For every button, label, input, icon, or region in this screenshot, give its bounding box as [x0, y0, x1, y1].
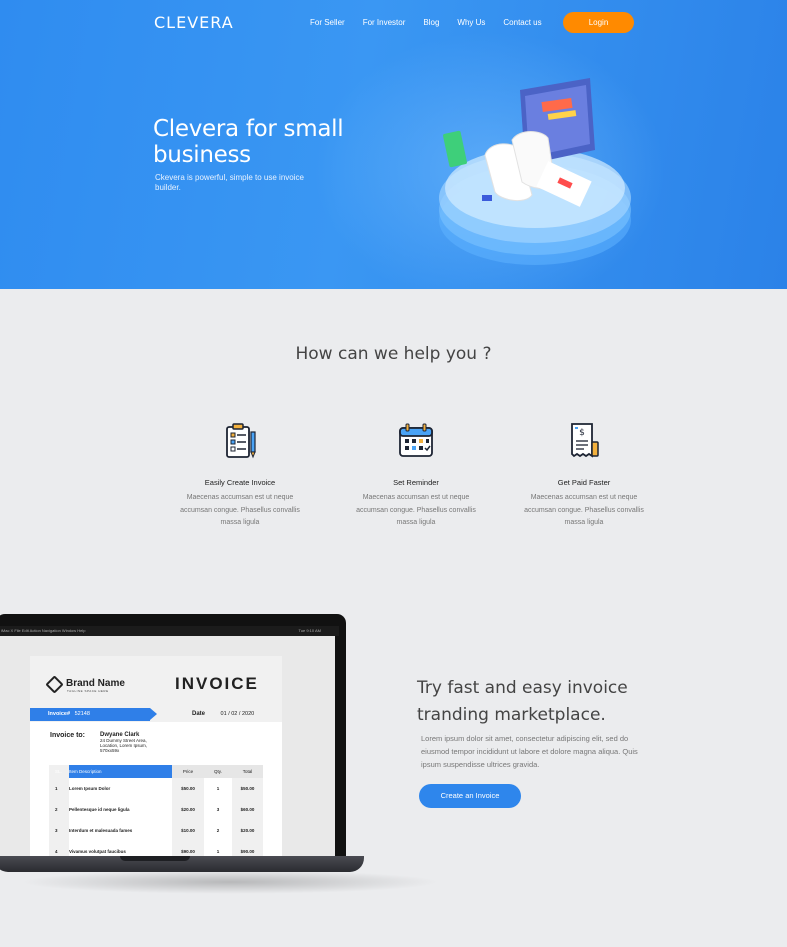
brand-tagline: TAGLINE SPACE HERE [67, 689, 109, 693]
hero-title: Clevera for small business [153, 116, 344, 168]
invoice-document: Brand Name TAGLINE SPACE HERE INVOICE In… [30, 656, 282, 862]
cell: $20.00 [172, 799, 204, 820]
calendar-icon [399, 423, 433, 457]
cell: 1 [216, 849, 220, 854]
feature-title: Easily Create Invoice [204, 478, 276, 487]
cell: 1 [216, 786, 220, 791]
cell: 3 [49, 820, 69, 841]
cell: $50.00 [172, 778, 204, 799]
hero-section: CLEVERA For Seller For Investor Blog Why… [0, 0, 787, 289]
laptop-notch [120, 856, 190, 861]
invoice-date-label: Date [192, 711, 206, 717]
invoice-number-label: Invoice# [48, 711, 71, 717]
feature-create-invoice: Easily Create Invoice Maecenas accumsan … [180, 420, 300, 530]
brand-name: Brand Name [66, 678, 125, 689]
feature-text: Maecenas accumsan est ut neque accumsan … [356, 494, 476, 526]
nav-why-us[interactable]: Why Us [457, 18, 485, 27]
nav-for-seller[interactable]: For Seller [310, 18, 345, 27]
invoice-table: SL. Item Description Price Qty. Total 1 … [49, 765, 263, 862]
column-header: Item Description [69, 765, 172, 778]
column-header: SL. [49, 765, 69, 778]
isometric-invoice-illustration [439, 78, 631, 265]
feature-text: Maecenas accumsan est ut neque accumsan … [180, 494, 300, 526]
main-nav: For Seller For Investor Blog Why Us Cont… [310, 18, 560, 27]
column-header: Total [232, 765, 263, 778]
receipt-dollar-icon: $ [571, 423, 599, 458]
cell: Lorem Ipsum Dolor [69, 786, 111, 791]
cell: 2 [216, 828, 220, 833]
laptop-shadow [20, 870, 440, 894]
promo-text: Lorem ipsum dolor sit amet, consectetur … [421, 734, 638, 769]
hero-subtitle: Ckevera is powerful, simple to use invoi… [155, 173, 304, 192]
table-row: 2 Pellentesque id neque ligula $20.00 3 … [49, 799, 263, 820]
address-line: 570xx59x [100, 748, 120, 753]
column-header: Qty. [204, 769, 232, 774]
feature-text: Maecenas accumsan est ut neque accumsan … [524, 494, 644, 526]
invoice-heading: INVOICE [175, 674, 259, 693]
column-header: Price [172, 765, 204, 778]
logo[interactable]: CLEVERA [154, 13, 234, 32]
login-button[interactable]: Login [563, 12, 634, 33]
cell: 1 [49, 778, 69, 799]
feature-get-paid-faster: $ Get Paid Faster Maecenas accumsan est … [524, 420, 644, 530]
invoice-date-value: 01 / 02 / 2020 [220, 711, 255, 717]
help-section-title: How can we help you ? [295, 344, 492, 364]
invoice-number-bar: Invoice# 52148 [30, 708, 157, 721]
create-invoice-button[interactable]: Create an Invoice [419, 784, 521, 808]
laptop-screen: Brand Name TAGLINE SPACE HERE INVOICE In… [0, 636, 335, 862]
feature-title: Get Paid Faster [557, 478, 611, 487]
feature-set-reminder: Set Reminder Maecenas accumsan est ut ne… [356, 420, 476, 530]
cell: Interdum et malesuada fames [69, 828, 133, 833]
svg-text:$: $ [579, 428, 585, 438]
invoice-to-label: Invoice to: [50, 732, 86, 739]
cell: $10.00 [172, 820, 204, 841]
cell: Vivamus volutpat faucibus [69, 849, 126, 854]
invoice-date: Date 01 / 02 / 2020 [192, 708, 254, 721]
promo-title: Try fast and easy invoice tranding marke… [417, 678, 628, 725]
nav-blog[interactable]: Blog [423, 18, 439, 27]
table-row: 3 Interdum et malesuada fames $10.00 2 $… [49, 820, 263, 841]
table-row: 1 Lorem Ipsum Dolor $50.00 1 $50.00 [49, 778, 263, 799]
nav-contact-us[interactable]: Contact us [503, 18, 541, 27]
cell: Pellentesque id neque ligula [69, 807, 130, 812]
mac-menubar: iMac X File Edit Action Navigation Windo… [0, 626, 339, 636]
clipboard-checklist-icon [226, 423, 256, 459]
cell: 3 [216, 807, 220, 812]
cell: $60.00 [232, 799, 263, 820]
menubar-clock: Tue 9:10 AM [298, 628, 321, 633]
cell: $20.00 [232, 820, 263, 841]
laptop-mockup: iMac X File Edit Action Navigation Windo… [0, 614, 346, 862]
nav-for-investor[interactable]: For Investor [363, 18, 406, 27]
cell: $50.00 [232, 778, 263, 799]
cell: 2 [49, 799, 69, 820]
invoice-to-address: Dwyane Clark 24 Dummy Street Area, Locat… [100, 732, 147, 753]
table-header-row: SL. Item Description Price Qty. Total [49, 765, 263, 778]
menubar-menus: iMac X File Edit Action Navigation Windo… [1, 628, 86, 633]
feature-title: Set Reminder [393, 478, 439, 487]
invoice-number: 52148 [74, 711, 90, 717]
